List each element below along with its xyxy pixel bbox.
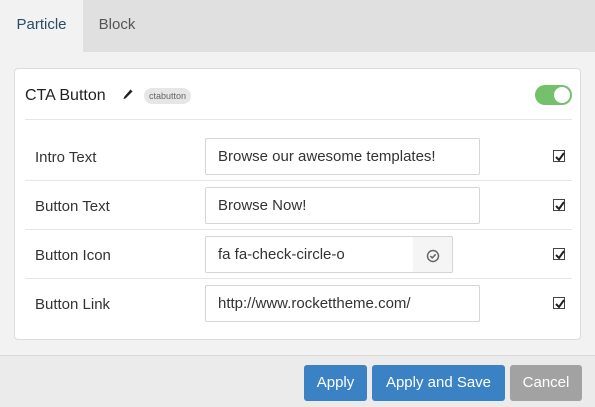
field-row-button-link: Button Link xyxy=(25,279,572,328)
intro-text-input[interactable] xyxy=(205,138,480,175)
particle-card: CTA Button ctabutton Intro Text Button T… xyxy=(14,68,581,340)
tab-block[interactable]: Block xyxy=(83,0,151,52)
tab-bar: Particle Block xyxy=(0,0,595,52)
button-link-input[interactable] xyxy=(205,285,480,322)
toggle-knob xyxy=(554,87,570,103)
card-header: CTA Button ctabutton xyxy=(15,69,580,119)
field-row-button-text: Button Text xyxy=(25,181,572,230)
apply-and-save-button[interactable]: Apply and Save xyxy=(372,365,505,401)
button-icon-input[interactable] xyxy=(205,236,414,273)
particle-type-badge: ctabutton xyxy=(144,88,192,104)
button-icon-checkbox[interactable] xyxy=(553,248,565,260)
button-text-input[interactable] xyxy=(205,187,480,224)
check-circle-icon xyxy=(426,249,440,263)
button-text-checkbox[interactable] xyxy=(553,199,565,211)
enable-toggle[interactable] xyxy=(535,85,572,105)
apply-button[interactable]: Apply xyxy=(304,365,367,401)
field-label: Button Link xyxy=(35,296,111,313)
pencil-icon[interactable] xyxy=(122,88,134,102)
icon-picker-button[interactable] xyxy=(413,236,453,273)
field-label: Button Icon xyxy=(35,247,111,264)
field-row-button-icon: Button Icon xyxy=(25,230,572,279)
button-link-checkbox[interactable] xyxy=(553,297,565,309)
tab-particle[interactable]: Particle xyxy=(0,0,83,52)
field-row-intro-text: Intro Text xyxy=(25,132,572,181)
header-divider xyxy=(25,119,572,120)
cancel-button[interactable]: Cancel xyxy=(510,365,582,401)
footer-bar: Apply Apply and Save Cancel xyxy=(0,355,595,407)
card-title: CTA Button xyxy=(25,87,106,104)
field-label: Button Text xyxy=(35,198,110,215)
intro-text-checkbox[interactable] xyxy=(553,150,565,162)
field-label: Intro Text xyxy=(35,149,97,166)
